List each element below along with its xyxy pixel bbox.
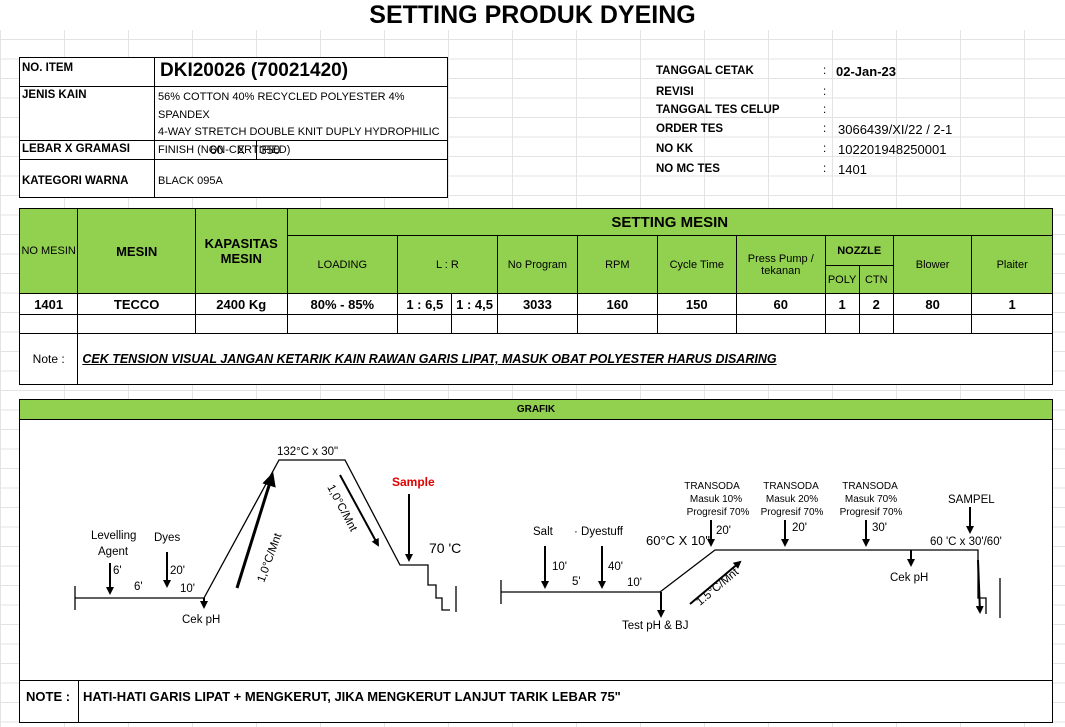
svg-text:Progresif 70%: Progresif 70% <box>761 507 824 518</box>
svg-text:10': 10' <box>180 583 195 595</box>
levelling-label: Levelling <box>91 530 136 542</box>
svg-text:5': 5' <box>572 576 581 588</box>
svg-text:Progresif 70%: Progresif 70% <box>687 507 750 518</box>
transoda-1-label: TRANSODA Masuk 10% Progresif 70% <box>684 481 749 518</box>
sampel-label: SAMPEL <box>948 494 995 506</box>
end-temp-label: 70 'C <box>429 540 461 556</box>
test-ph-label: Test pH & BJ <box>622 620 688 632</box>
sample-label: Sample <box>392 475 435 489</box>
rise-rate-label: 1,0°C/Mnt <box>256 531 285 584</box>
transoda-2-label: TRANSODA Masuk 20% Progresif 70% <box>761 481 824 518</box>
dyes-label: Dyes <box>154 532 180 544</box>
svg-text:Masuk 70%: Masuk 70% <box>845 494 897 505</box>
svg-text:Masuk 20%: Masuk 20% <box>766 494 818 505</box>
svg-text:Progresif 70%: Progresif 70% <box>840 507 903 518</box>
reactive-labels: Salt · Dyestuff 10' 5' 40' 10' Test pH &… <box>533 481 1002 632</box>
cek-ph-label: Cek pH <box>182 614 220 626</box>
svg-text:6': 6' <box>134 581 143 593</box>
end-temp-right-label: 60 'C x 30'/60' <box>930 536 1002 548</box>
salt-label: Salt <box>533 526 554 538</box>
peak-temp-label: 132°C x 30" <box>277 446 338 458</box>
svg-text:TRANSODA: TRANSODA <box>763 481 819 492</box>
polyester-labels: 132°C x 30" 1,0°C/Mnt 1,0°C/Mnt Sample 7… <box>91 446 461 626</box>
svg-text:40': 40' <box>608 561 623 573</box>
cek-ph-right-label: Cek pH <box>890 572 928 584</box>
svg-text:20': 20' <box>170 565 185 577</box>
svg-text:Masuk 10%: Masuk 10% <box>690 494 742 505</box>
dyeing-process-graph: 132°C x 30" 1,0°C/Mnt 1,0°C/Mnt Sample 7… <box>74 446 1002 632</box>
svg-text:6': 6' <box>113 565 122 577</box>
transoda-3-label: TRANSODA Masuk 70% Progresif 70% <box>840 481 903 518</box>
reactive-rise-label: 1.5°C/Mnt <box>694 566 742 609</box>
svg-text:30': 30' <box>872 522 887 534</box>
fall-rate-label: 1,0°C/Mnt <box>324 483 359 535</box>
svg-text:TRANSODA: TRANSODA <box>684 481 740 492</box>
svg-text:10': 10' <box>552 561 567 573</box>
dyestuff-label: · Dyestuff <box>574 526 624 538</box>
hold-label: 60°C X 10" <box>646 533 710 548</box>
svg-text:20': 20' <box>716 525 731 537</box>
svg-text:20': 20' <box>792 522 807 534</box>
agent-label: Agent <box>98 546 129 558</box>
svg-text:TRANSODA: TRANSODA <box>842 481 898 492</box>
svg-text:10': 10' <box>627 577 642 589</box>
